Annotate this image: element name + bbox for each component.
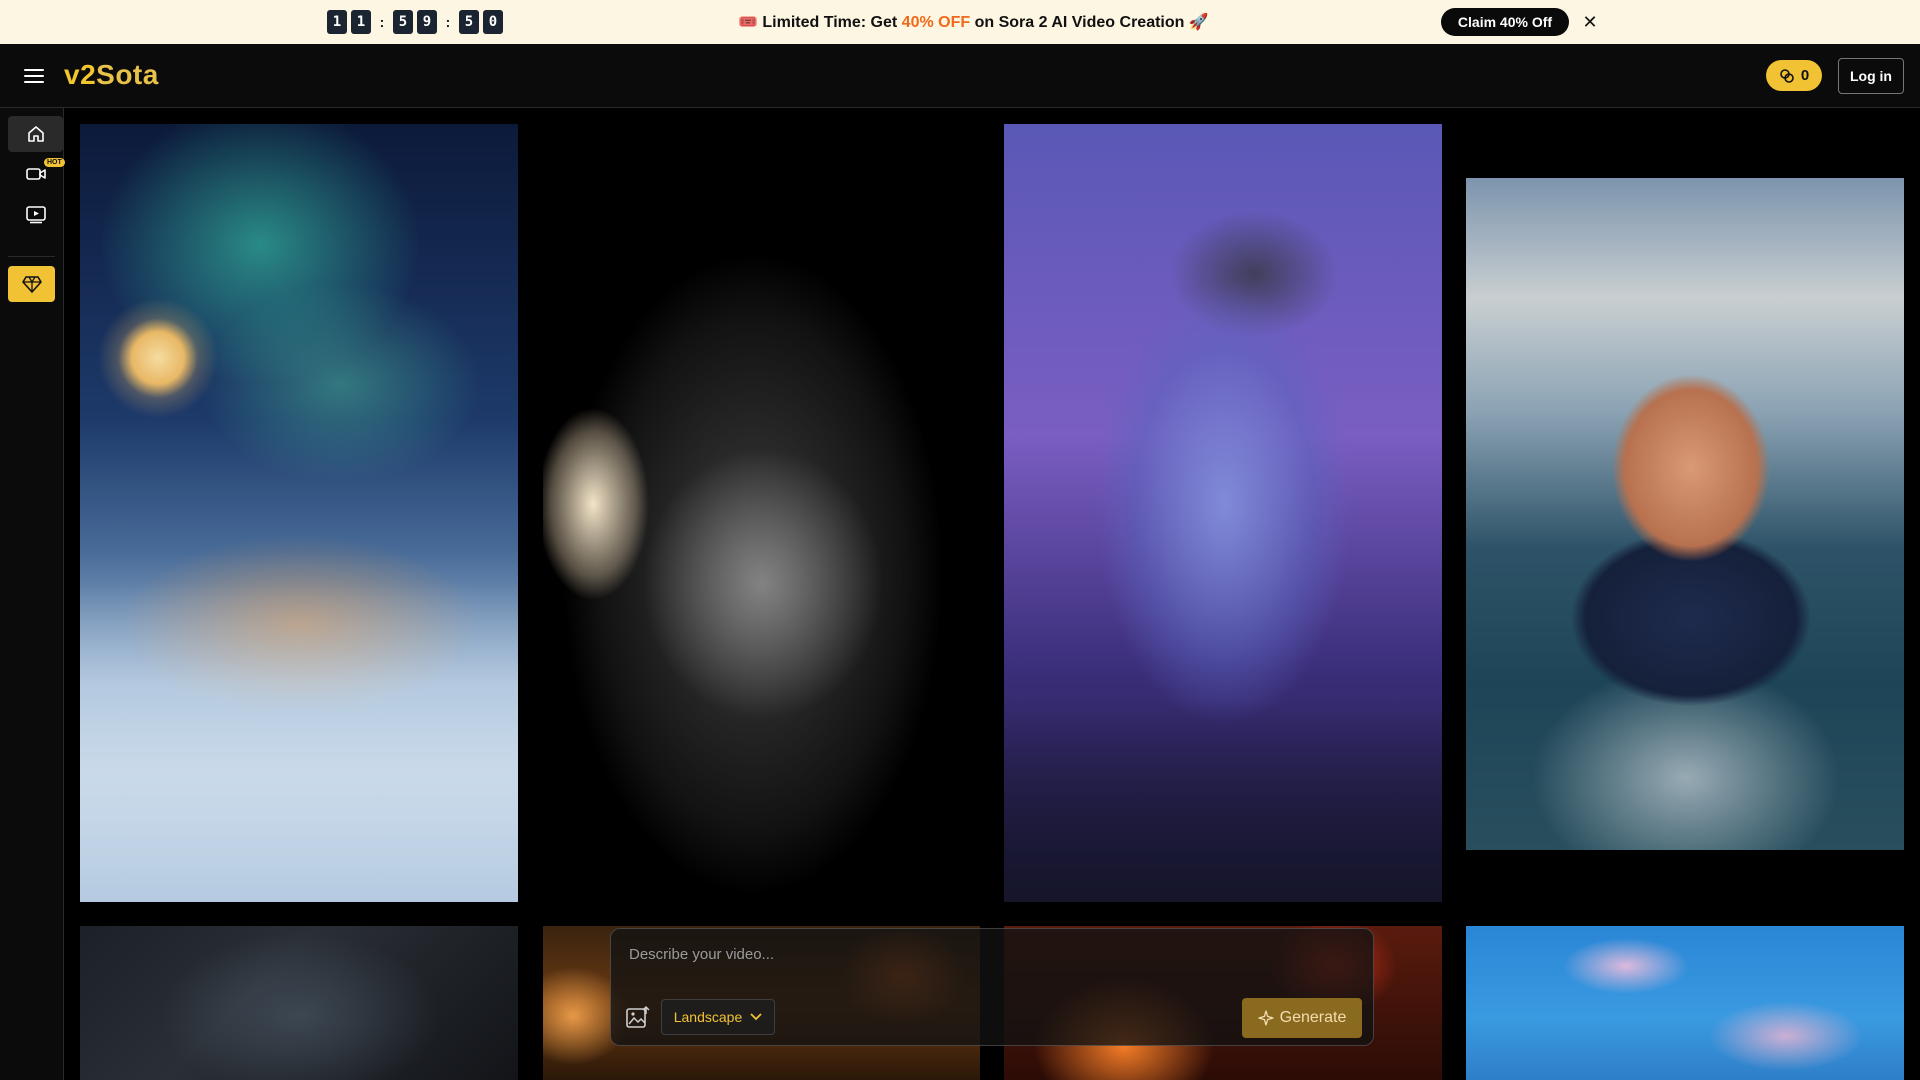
countdown-digit: 5: [459, 10, 479, 34]
promo-message-prefix: Limited Time: Get: [762, 14, 898, 31]
generate-button[interactable]: Generate: [1242, 998, 1362, 1038]
credits-badge[interactable]: 0: [1766, 60, 1822, 91]
coins-icon: [1780, 68, 1794, 83]
promo-message-suffix: on Sora 2 AI Video Creation: [974, 14, 1185, 31]
image-upload-icon[interactable]: [625, 1005, 651, 1031]
countdown-digit: 1: [327, 10, 347, 34]
claim-discount-button[interactable]: Claim 40% Off: [1441, 8, 1569, 36]
sidebar-item-premium[interactable]: [8, 266, 55, 302]
countdown-digit: 5: [393, 10, 413, 34]
generate-label: Generate: [1279, 1009, 1347, 1026]
countdown-digit: 1: [351, 10, 371, 34]
video-library-icon: [25, 206, 46, 224]
countdown-digit: 0: [483, 10, 503, 34]
sidebar-divider: [8, 256, 55, 257]
rocket-icon: 🚀: [1188, 14, 1209, 31]
countdown-timer: 1 1 : 5 9 : 5 0: [327, 10, 503, 34]
promo-message: 🎟️ Limited Time: Get 40% OFF on Sora 2 A…: [738, 12, 1209, 32]
menu-icon[interactable]: [22, 66, 46, 86]
top-header: v2Sota 0 Log in: [0, 44, 1920, 108]
gallery-video-card[interactable]: [80, 926, 518, 1080]
gallery-video-card[interactable]: [1466, 178, 1904, 850]
countdown-separator: :: [445, 14, 451, 30]
video-prompt-panel: Landscape Generate: [610, 928, 1374, 1046]
sidebar-item-home[interactable]: [8, 116, 63, 152]
close-icon[interactable]: ✕: [1580, 12, 1600, 32]
gallery-video-card[interactable]: [80, 124, 518, 902]
video-camera-icon: [25, 168, 46, 180]
video-prompt-input[interactable]: [627, 939, 1357, 969]
gallery-video-card[interactable]: [543, 124, 980, 902]
countdown-digit: 9: [417, 10, 437, 34]
promo-discount: 40% OFF: [901, 14, 971, 31]
promo-banner: 1 1 : 5 9 : 5 0 🎟️ Limited Time: Get 40%…: [0, 0, 1920, 44]
home-icon: [27, 126, 44, 142]
logo[interactable]: v2Sota: [64, 59, 159, 91]
ticket-icon: 🎟️: [738, 14, 758, 31]
gallery-video-card[interactable]: [1004, 124, 1442, 902]
orientation-value: Landscape: [673, 1009, 743, 1025]
sidebar-item-video[interactable]: HOT: [8, 156, 65, 192]
sidebar-item-my-videos[interactable]: [8, 196, 63, 232]
hot-badge: HOT: [44, 158, 65, 167]
chevron-down-icon: [750, 1013, 762, 1021]
login-button[interactable]: Log in: [1838, 58, 1904, 94]
diamond-icon: [21, 276, 42, 293]
orientation-select[interactable]: Landscape: [661, 999, 775, 1035]
sparkle-icon: [1257, 1010, 1274, 1026]
countdown-separator: :: [379, 14, 385, 30]
sidebar: HOT: [0, 108, 65, 1080]
credits-count: 0: [1800, 67, 1810, 84]
gallery-video-card[interactable]: [1466, 926, 1904, 1080]
